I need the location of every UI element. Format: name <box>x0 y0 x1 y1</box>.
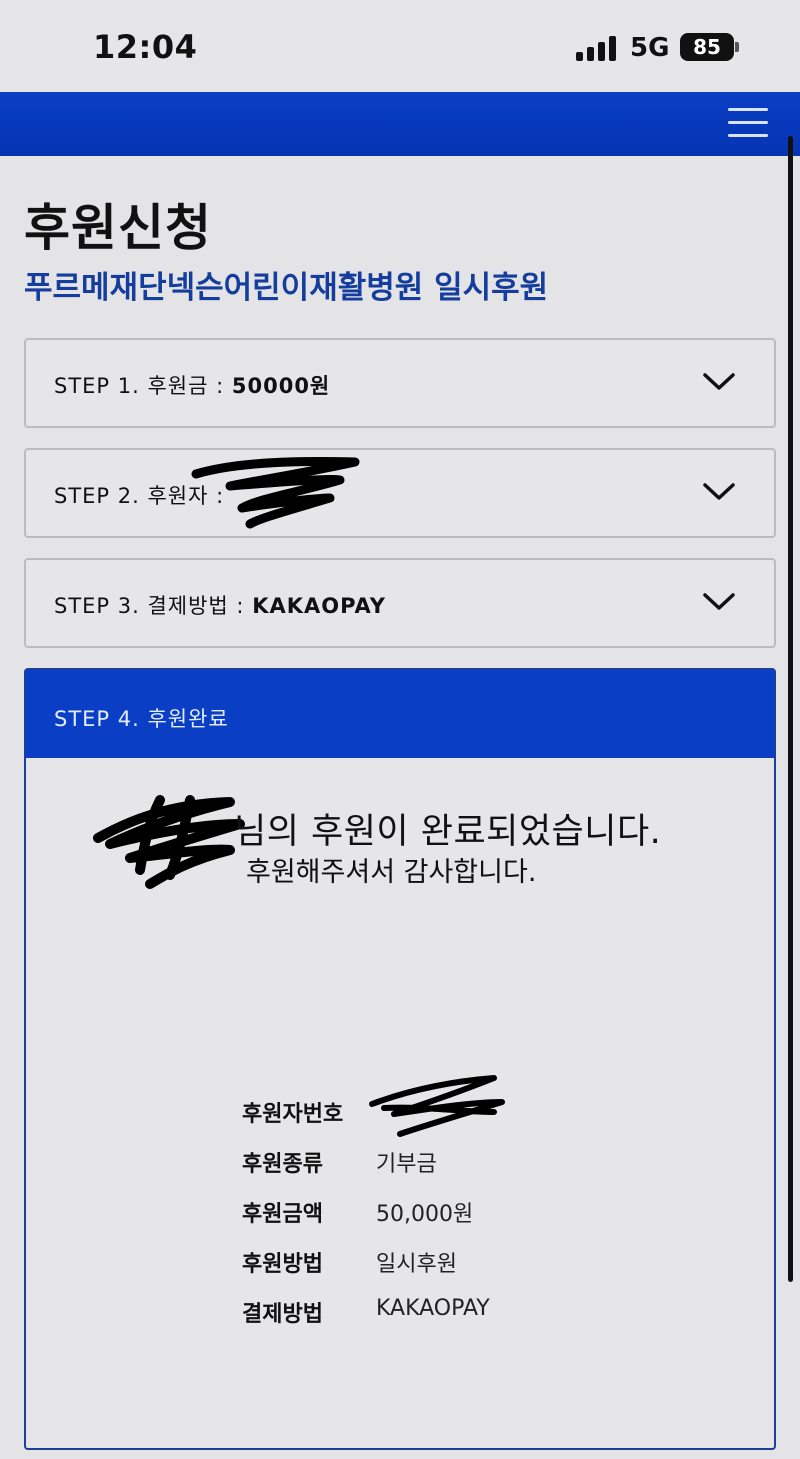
network-type: 5G <box>630 33 670 63</box>
detail-key: 결제방법 <box>242 1302 323 1327</box>
redaction-scribble <box>93 795 245 889</box>
hamburger-menu-icon[interactable] <box>726 105 770 141</box>
step-4-header[interactable]: STEP 4. 후원완료 <box>26 670 774 758</box>
page-title: 후원신청 <box>24 199 212 257</box>
step-2-accordion[interactable]: STEP 2. 후원자 : <box>24 448 776 538</box>
detail-row-donation-type: 후원종류 기부금 <box>242 1146 542 1178</box>
detail-key: 후원방법 <box>242 1252 323 1277</box>
status-time: 12:04 <box>93 28 198 66</box>
battery-cap <box>735 42 739 52</box>
step-1-accordion[interactable]: STEP 1. 후원금 : 50000원 <box>24 338 776 428</box>
detail-key: 후원자번호 <box>242 1102 344 1127</box>
detail-value: KAKAOPAY <box>376 1296 490 1321</box>
step-3-label: STEP 3. 결제방법 : KAKAOPAY <box>54 590 386 620</box>
cellular-signal-icon <box>576 35 618 61</box>
step-1-value: 50000원 <box>231 374 331 398</box>
detail-key: 후원종류 <box>242 1152 323 1177</box>
redaction-scribble <box>369 1075 505 1137</box>
step-3-accordion[interactable]: STEP 3. 결제방법 : KAKAOPAY <box>24 558 776 648</box>
detail-value: 50,000원 <box>376 1202 474 1227</box>
scrollbar[interactable] <box>788 136 793 1282</box>
chevron-down-icon <box>703 373 735 390</box>
thanks-message: 후원해주셔서 감사합니다. <box>246 857 537 888</box>
page-subtitle: 푸르메재단넥슨어린이재활병원 일시후원 <box>24 270 549 306</box>
battery-icon: 85 <box>680 33 734 61</box>
step-1-prefix: STEP 1. 후원금 : <box>54 374 232 398</box>
detail-row-payment-method: 결제방법 KAKAOPAY <box>242 1296 542 1328</box>
detail-value: 일시후원 <box>376 1252 457 1277</box>
status-bar: 12:04 5G 85 <box>0 0 800 92</box>
detail-value: 기부금 <box>376 1152 437 1177</box>
completion-message: 님의 후원이 완료되었습니다. <box>234 812 662 852</box>
step-3-value: KAKAOPAY <box>252 594 387 618</box>
detail-row-donation-amount: 후원금액 50,000원 <box>242 1196 542 1228</box>
chevron-down-icon <box>703 483 735 500</box>
step-1-label: STEP 1. 후원금 : 50000원 <box>54 370 330 400</box>
step-3-prefix: STEP 3. 결제방법 : <box>54 594 253 618</box>
chevron-down-icon <box>703 593 735 610</box>
step-4-label: STEP 4. 후원완료 <box>54 707 229 731</box>
top-nav-bar <box>0 92 800 156</box>
redaction-scribble <box>191 457 360 529</box>
battery-level: 85 <box>693 35 721 59</box>
detail-key: 후원금액 <box>242 1202 323 1227</box>
detail-row-donation-method: 후원방법 일시후원 <box>242 1246 542 1278</box>
